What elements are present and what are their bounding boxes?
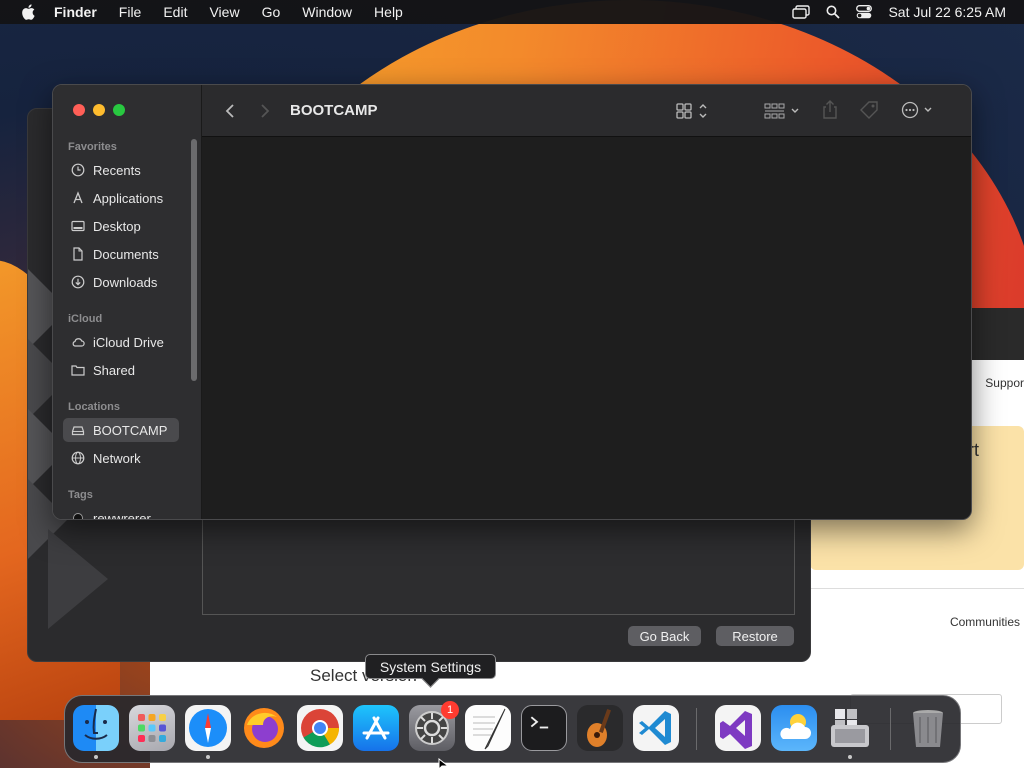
sidebar-item-downloads[interactable]: Downloads	[63, 270, 179, 294]
go-back-button[interactable]: Go Back	[628, 626, 701, 646]
sidebar-item-label: Network	[93, 450, 141, 466]
trash-icon[interactable]	[905, 705, 951, 751]
restore-button[interactable]: Restore	[716, 626, 794, 646]
menu-app-name[interactable]: Finder	[54, 4, 97, 20]
menu-file[interactable]: File	[119, 4, 142, 20]
menu-help[interactable]: Help	[374, 4, 403, 20]
running-indicator	[94, 755, 98, 759]
app-store-icon[interactable]	[353, 705, 399, 751]
apple-logo-icon[interactable]	[18, 3, 38, 21]
sidebar-item-label: Recents	[93, 162, 141, 178]
finder-toolbar: BOOTCAMP	[202, 85, 971, 137]
dock-tooltip: System Settings	[365, 654, 496, 679]
zoom-window-button[interactable]	[113, 104, 125, 116]
applications-icon	[73, 191, 83, 204]
sidebar-item-label: Downloads	[93, 274, 158, 290]
menu-go[interactable]: Go	[262, 4, 281, 20]
sidebar-item-bootcamp[interactable]: BOOTCAMP	[63, 418, 179, 442]
sidebar-item-recents[interactable]: Recents	[63, 158, 179, 182]
sidebar-item-label: Desktop	[93, 218, 141, 234]
forward-chevron-icon[interactable]	[259, 103, 271, 119]
system-settings-icon[interactable]: 1	[409, 701, 459, 751]
menu-window[interactable]: Window	[302, 4, 352, 20]
cloud-icon	[72, 338, 85, 347]
finder-window: Favorites Recents Applications Desktop D…	[52, 84, 972, 520]
menu-view[interactable]: View	[209, 4, 239, 20]
control-center-icon[interactable]	[856, 5, 873, 19]
notification-badge: 1	[441, 701, 459, 719]
chrome-icon[interactable]	[297, 705, 343, 751]
sidebar-item-label: Documents	[93, 246, 159, 262]
finder-content-area[interactable]	[202, 137, 971, 519]
support-link[interactable]: Suppor	[985, 376, 1024, 390]
sidebar-header-icloud: iCloud	[68, 313, 103, 325]
bootcamp-assistant-icon[interactable]	[827, 705, 873, 751]
sidebar-item-tag[interactable]: rewwrerer	[63, 506, 179, 520]
dock-separator	[890, 708, 891, 750]
mouse-cursor-icon	[438, 758, 450, 768]
sidebar-item-desktop[interactable]: Desktop	[63, 214, 179, 238]
window-title: BOOTCAMP	[290, 102, 378, 119]
finder-icon[interactable]	[73, 705, 119, 751]
group-by-icon[interactable]	[764, 102, 802, 120]
spotlight-search-icon[interactable]	[826, 5, 841, 19]
drive-icon	[71, 426, 85, 436]
sidebar-item-label: rewwrerer	[93, 510, 151, 520]
running-indicator	[206, 755, 210, 759]
sidebar-item-shared[interactable]: Shared	[63, 358, 179, 382]
launchpad-icon[interactable]	[129, 705, 175, 751]
sidebar-item-label: Shared	[93, 362, 135, 378]
menu-bar: Finder File Edit View Go Window Help Sat…	[0, 0, 1024, 24]
desktop-icon	[71, 220, 85, 232]
sidebar-item-label: iCloud Drive	[93, 334, 164, 350]
dock-separator	[696, 708, 697, 750]
sidebar-header-tags: Tags	[68, 489, 93, 501]
download-icon	[71, 275, 85, 289]
finder-sidebar: Favorites Recents Applications Desktop D…	[53, 85, 202, 520]
more-actions-icon[interactable]	[901, 101, 939, 119]
dock: 1	[64, 695, 961, 763]
sidebar-item-applications[interactable]: Applications	[63, 186, 179, 210]
firefox-icon[interactable]	[241, 705, 287, 751]
textedit-icon[interactable]	[465, 705, 511, 751]
garageband-icon[interactable]	[577, 705, 623, 751]
weather-icon[interactable]	[771, 705, 817, 751]
document-icon	[73, 247, 83, 261]
menu-clock[interactable]: Sat Jul 22 6:25 AM	[888, 4, 1006, 20]
sidebar-header-favorites: Favorites	[68, 141, 117, 153]
sidebar-item-icloud-drive[interactable]: iCloud Drive	[63, 330, 179, 354]
running-indicator	[848, 755, 852, 759]
sidebar-header-locations: Locations	[68, 401, 120, 413]
tag-icon[interactable]	[859, 100, 881, 120]
communities-link[interactable]: Communities	[950, 615, 1020, 629]
sidebar-item-label: BOOTCAMP	[93, 422, 168, 438]
minimize-window-button[interactable]	[93, 104, 105, 116]
sidebar-item-documents[interactable]: Documents	[63, 242, 179, 266]
icon-view-icon[interactable]	[676, 102, 712, 120]
vscode-icon[interactable]	[633, 705, 679, 751]
screen-mirroring-icon[interactable]	[792, 5, 811, 19]
terminal-icon[interactable]	[521, 705, 567, 751]
globe-icon	[71, 451, 85, 465]
share-icon[interactable]	[821, 100, 839, 120]
clock-icon	[71, 163, 85, 177]
sidebar-item-network[interactable]: Network	[63, 446, 179, 470]
divider	[810, 588, 1024, 589]
tag-dot-icon	[73, 513, 83, 519]
visual-studio-icon[interactable]	[715, 705, 761, 751]
shared-folder-icon	[71, 365, 85, 376]
sidebar-item-label: Applications	[93, 190, 164, 206]
sidebar-scrollbar[interactable]	[191, 139, 197, 381]
menu-edit[interactable]: Edit	[163, 4, 187, 20]
safari-icon[interactable]	[185, 705, 231, 751]
back-chevron-icon[interactable]	[224, 103, 236, 119]
close-window-button[interactable]	[73, 104, 85, 116]
